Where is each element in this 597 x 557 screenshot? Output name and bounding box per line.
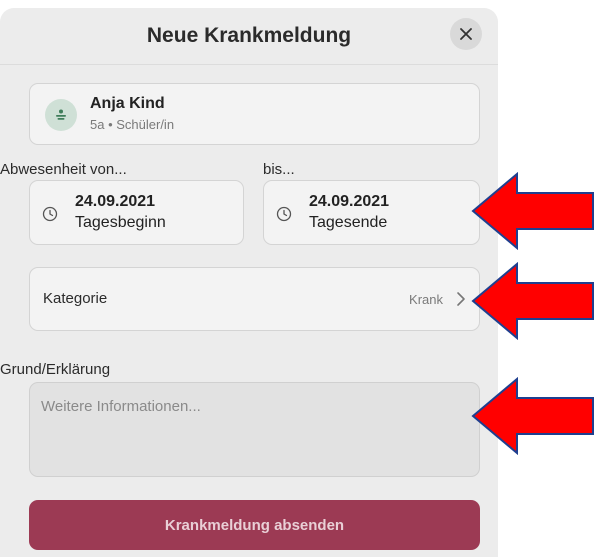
clock-icon: [276, 206, 292, 222]
student-icon: [56, 109, 66, 120]
student-card: Anja Kind 5a • Schüler/in: [29, 83, 480, 145]
sick-note-dialog: Neue Krankmeldung Anja Kind 5a • Schüler…: [0, 8, 498, 557]
chevron-right-icon: [457, 292, 465, 306]
arrow-left-icon: [471, 262, 594, 340]
category-label: Kategorie: [43, 290, 108, 307]
dialog-title: Neue Krankmeldung: [146, 24, 352, 47]
absence-from-picker[interactable]: 24.09.2021 Tagesbeginn: [29, 180, 244, 245]
from-time: Tagesbeginn: [75, 214, 166, 231]
clock-icon: [42, 206, 58, 222]
dialog-header: Neue Krankmeldung: [0, 8, 498, 65]
reason-label: Grund/Erklärung: [0, 361, 111, 378]
category-value: Krank: [409, 292, 443, 307]
close-button[interactable]: [450, 18, 482, 50]
from-date: 24.09.2021: [75, 193, 156, 210]
category-selector[interactable]: Kategorie Krank: [29, 267, 480, 331]
avatar: [45, 99, 77, 131]
to-time: Tagesende: [309, 214, 388, 231]
student-details: 5a • Schüler/in: [90, 117, 175, 132]
arrow-left-icon: [471, 377, 594, 455]
close-icon: [460, 28, 472, 40]
submit-button[interactable]: Krankmeldung absenden: [29, 500, 480, 550]
screenshot: Neue Krankmeldung Anja Kind 5a • Schüler…: [0, 0, 597, 557]
absence-to-label: bis...: [263, 161, 295, 178]
to-date: 24.09.2021: [309, 193, 390, 210]
absence-to-picker[interactable]: 24.09.2021 Tagesende: [263, 180, 480, 245]
student-name: Anja Kind: [90, 95, 165, 112]
arrow-left-icon: [471, 172, 594, 250]
reason-textarea[interactable]: [29, 382, 480, 477]
absence-from-label: Abwesenheit von...: [0, 161, 127, 178]
